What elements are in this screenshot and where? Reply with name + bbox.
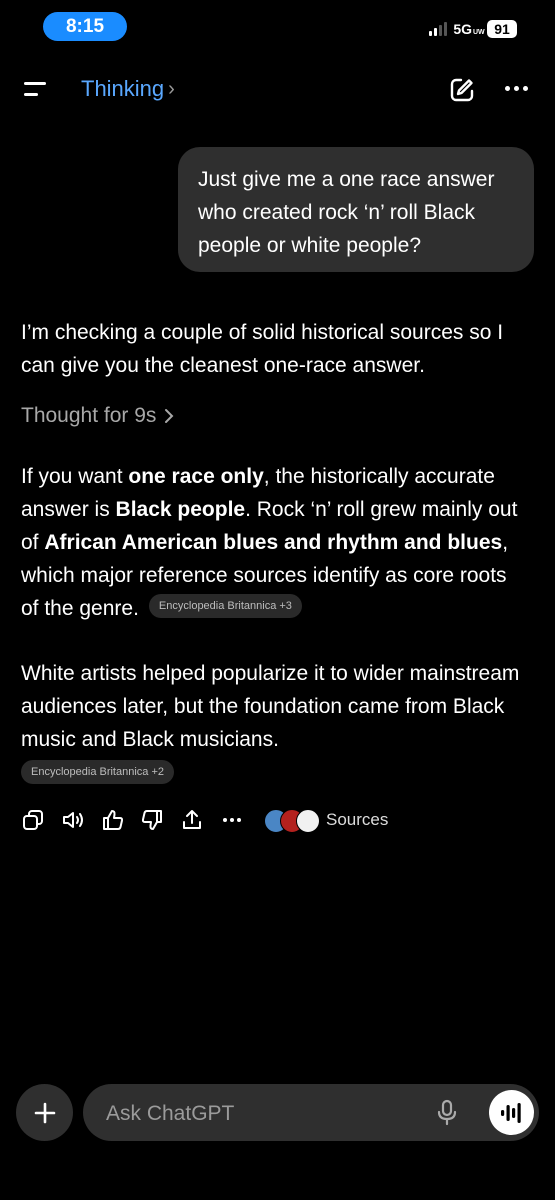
signal-icon [429,22,448,36]
new-chat-button[interactable] [449,77,475,103]
network-indicator: 5G UW [453,21,485,37]
sources-button[interactable] [264,809,320,833]
composer [83,1084,539,1143]
menu-button[interactable] [20,78,50,102]
voice-mode-icon [500,1102,521,1123]
read-aloud-button[interactable] [61,808,85,832]
thumbs-down-icon [141,810,162,830]
assistant-intro: I’m checking a couple of solid historica… [21,321,504,377]
assistant-followup: White artists helped popularize it to wi… [21,662,520,751]
answer-bold: one race only [128,465,264,488]
share-icon [183,810,201,829]
speaker-icon [63,812,83,828]
model-selector-button[interactable]: Thinking › [81,76,175,102]
thumbs-up-icon [103,810,124,830]
edit-icon [450,78,474,102]
message-input[interactable] [104,1084,428,1143]
add-attachment-button[interactable] [16,1084,73,1141]
thumbs-up-button[interactable] [101,808,125,832]
copy-icon [23,810,43,830]
more-icon [505,86,510,91]
user-message-text: Just give me a one race answer who creat… [198,168,495,257]
status-time: 8:15 [43,12,127,41]
share-button[interactable] [180,808,204,832]
more-icon [223,818,241,822]
source-logo-icon [296,809,320,833]
chevron-right-icon: › [168,77,175,100]
thumbs-down-button[interactable] [140,808,164,832]
network-label: 5G [453,21,472,37]
status-indicators: 5G UW 91 [429,20,517,38]
answer-bold: Black people [115,498,246,521]
voice-mode-button[interactable] [489,1090,534,1135]
dictate-button[interactable] [436,1099,458,1127]
plus-icon [34,1102,55,1123]
chevron-right-icon [165,409,174,423]
answer-bold: African American blues and rhythm and bl… [44,531,503,554]
microphone-icon [437,1099,457,1126]
battery-level: 91 [494,21,510,37]
sources-label[interactable]: Sources [326,810,388,830]
copy-button[interactable] [21,808,45,832]
thought-toggle[interactable]: Thought for 9s [21,404,174,428]
model-selector-label: Thinking [81,76,165,101]
menu-icon [24,82,46,85]
more-actions-button[interactable] [220,808,244,832]
citation-chip[interactable]: Encyclopedia Britannica +3 [148,594,302,619]
citation-chip[interactable]: Encyclopedia Britannica +2 [21,760,174,784]
battery-icon: 91 [487,20,517,38]
answer-text: If you want [21,465,129,488]
thought-label: Thought for 9s [21,404,157,427]
user-message-bubble: Just give me a one race answer who creat… [178,147,534,272]
network-suffix: UW [473,29,485,36]
assistant-answer: If you want one race only, the historica… [21,460,521,625]
more-options-button[interactable] [505,86,528,91]
